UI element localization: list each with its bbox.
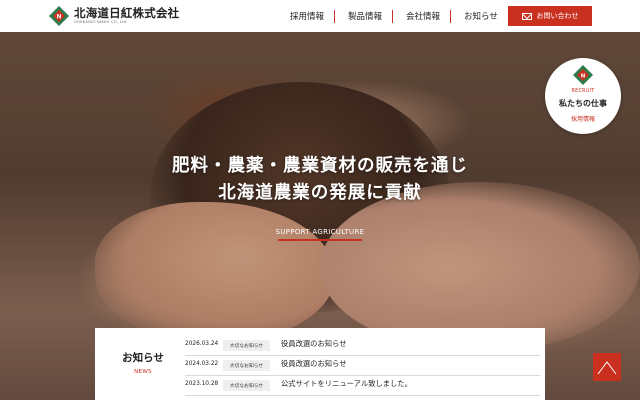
nav-divider xyxy=(450,10,451,23)
chevron-up-icon xyxy=(597,361,617,375)
contact-button[interactable]: お問い合わせ xyxy=(508,6,592,26)
mail-icon xyxy=(521,12,532,20)
logo-mark-icon: N xyxy=(48,5,70,27)
nav-news[interactable]: お知らせ xyxy=(464,10,498,22)
news-date: 2026.03.24 xyxy=(185,341,219,347)
company-name-sub: HOKKAIDO NIKKO CO.,Ltd. xyxy=(74,20,128,24)
news-date: 2024.03.22 xyxy=(185,361,219,367)
company-logo[interactable]: N 北海道日紅株式会社 HOKKAIDO NIKKO CO.,Ltd. xyxy=(48,5,179,27)
recruit-label: RECRUIT xyxy=(571,89,595,94)
logo-mark-icon: N xyxy=(572,65,594,85)
recruit-sub: 採用情報 xyxy=(570,116,595,123)
nav-divider xyxy=(392,10,393,23)
hero-catchphrase-line1: 肥料・農薬・農業資材の販売を通じ xyxy=(172,156,468,176)
nav-company[interactable]: 会社情報 xyxy=(406,10,440,22)
news-title[interactable]: 役員改選のお知らせ xyxy=(281,359,347,369)
news-item[interactable]: 2026.03.24 大切なお知らせ 役員改選のお知らせ xyxy=(185,336,540,356)
news-item[interactable]: 2023.10.28 大切なお知らせ 公式サイトをリニューアル致しました。 xyxy=(185,376,540,396)
news-title[interactable]: 役員改選のお知らせ xyxy=(281,339,347,349)
company-name: 北海道日紅株式会社 xyxy=(74,6,180,20)
news-item[interactable]: 2024.03.22 大切なお知らせ 役員改選のお知らせ xyxy=(185,356,540,376)
page-top-button[interactable] xyxy=(593,353,621,381)
contact-button-label: お問い合わせ xyxy=(536,12,579,20)
nav-recruit[interactable]: 採用情報 xyxy=(290,10,324,22)
news-section: お知らせ NEWS 2026.03.24 大切なお知らせ 役員改選のお知らせ 2… xyxy=(95,328,545,400)
nav-divider xyxy=(334,10,335,23)
news-category-badge: 大切なお知らせ xyxy=(223,380,270,391)
support-agriculture-link[interactable]: SUPPORT AGRICULTURE xyxy=(0,228,640,236)
support-underline xyxy=(278,239,362,241)
svg-text:N: N xyxy=(581,74,586,80)
news-title[interactable]: 公式サイトをリニューアル致しました。 xyxy=(281,379,412,389)
recruit-badge[interactable]: N RECRUIT 私たちの仕事 採用情報 xyxy=(545,58,621,134)
news-date: 2023.10.28 xyxy=(185,381,219,387)
site-header: N 北海道日紅株式会社 HOKKAIDO NIKKO CO.,Ltd. 採用情報… xyxy=(0,0,640,32)
news-heading: お知らせ xyxy=(122,352,164,364)
nav-products[interactable]: 製品情報 xyxy=(348,10,382,22)
hero-catchphrase-line2: 北海道農業の発展に貢献 xyxy=(218,183,422,203)
svg-text:N: N xyxy=(56,14,61,21)
news-category-badge: 大切なお知らせ xyxy=(223,340,270,351)
news-heading-sub: NEWS xyxy=(134,369,152,375)
recruit-title: 私たちの仕事 xyxy=(559,99,607,108)
news-category-badge: 大切なお知らせ xyxy=(223,360,270,371)
